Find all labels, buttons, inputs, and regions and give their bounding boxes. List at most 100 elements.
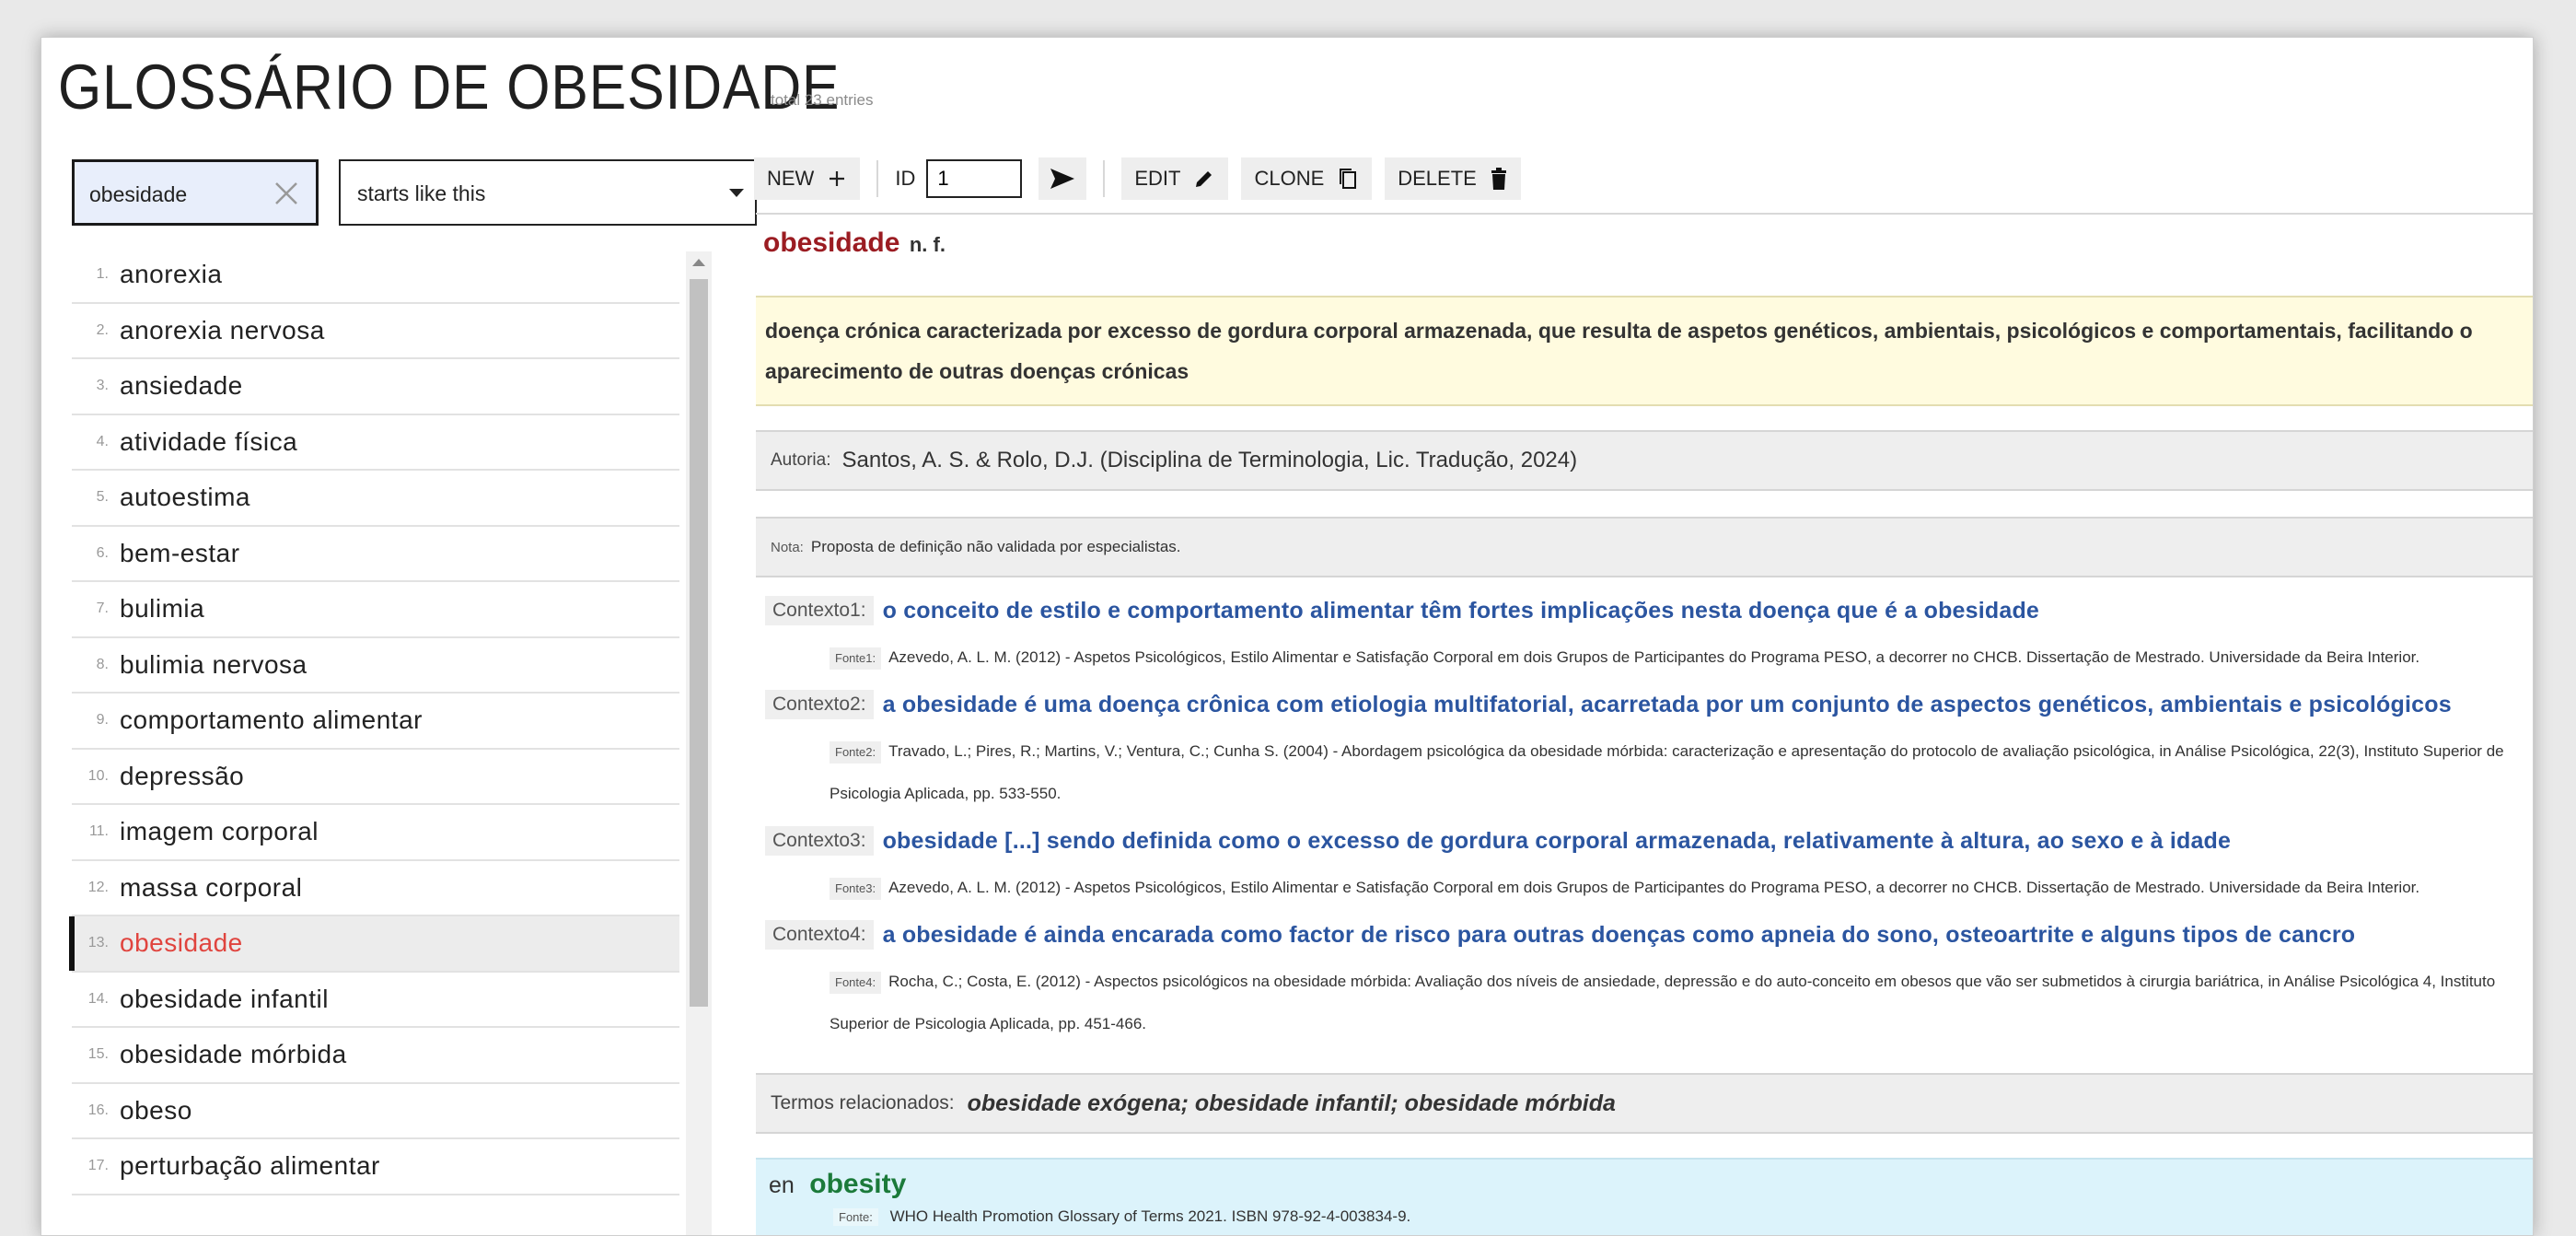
list-item[interactable]: 5. autoestima [72, 471, 679, 527]
list-item[interactable]: 2. anorexia nervosa [72, 304, 679, 359]
context-source-label: Fonte1: [830, 647, 882, 670]
list-item-number: 15. [87, 1046, 109, 1063]
context-source-text: Azevedo, A. L. M. (2012) - Aspetos Psico… [888, 879, 2420, 896]
clone-button-label: CLONE [1254, 167, 1325, 190]
context-source: Fonte2: Travado, L.; Pires, R.; Martins, … [830, 730, 2533, 815]
list-item-number: 2. [96, 321, 109, 338]
part-of-speech: n. f. [909, 233, 946, 256]
plus-icon [830, 171, 845, 186]
context-text: a obesidade é ainda encarada como factor… [882, 921, 2356, 948]
context-line: Contexto4: a obesidade é ainda encarada c… [765, 920, 2533, 950]
list-item[interactable]: 17. perturbação alimentar [72, 1139, 679, 1195]
entry-count: total 23 entries [771, 91, 874, 109]
page-title: GLOSSÁRIO DE OBESIDADE [58, 52, 841, 122]
edit-button-label: EDIT [1134, 167, 1181, 190]
list-item[interactable]: 6. bem-estar [72, 527, 679, 582]
context-source-label: Fonte2: [830, 741, 882, 764]
list-item[interactable]: 1. anorexia [72, 248, 679, 304]
list-item-term: obeso [120, 1095, 192, 1125]
toolbar-divider [1103, 160, 1106, 197]
search-input[interactable] [87, 179, 275, 210]
search-mode-value: starts like this [357, 181, 486, 205]
list-item-term: obesidade infantil [120, 984, 329, 1013]
list-item-number: 5. [96, 489, 109, 506]
context-source: Fonte4: Rocha, C.; Costa, E. (2012) - Asp… [830, 961, 2533, 1045]
new-button[interactable]: NEW [754, 157, 861, 200]
list-item-number: 14. [87, 990, 109, 1007]
trash-icon [1491, 168, 1506, 190]
related-terms-label: Termos relacionados: [771, 1092, 955, 1114]
authorship-bar: Autoria: Santos, A. S. & Rolo, D.J. (Dis… [756, 430, 2533, 491]
list-item-term: anorexia nervosa [120, 315, 325, 344]
list-item[interactable]: 10. depressão [72, 750, 679, 805]
scroll-thumb[interactable] [690, 279, 708, 1007]
list-item[interactable]: 8. bulimia nervosa [72, 638, 679, 694]
list-item[interactable]: 16. obeso [72, 1084, 679, 1139]
list-item-number: 10. [87, 767, 109, 784]
list-item-number: 6. [96, 544, 109, 561]
list-item-number: 7. [96, 601, 109, 617]
list-item-term: depressão [120, 761, 245, 790]
new-button-label: NEW [767, 167, 815, 190]
list-item-term: autoestima [120, 483, 250, 512]
toolbar: NEW ID EDIT CLONE [754, 156, 1534, 202]
app-window: GLOSSÁRIO DE OBESIDADE total 23 entries … [41, 37, 2534, 1236]
equivalent-line: en obesity [769, 1169, 2520, 1200]
context-source-label: Fonte3: [830, 878, 882, 900]
list-item[interactable]: 3. ansiedade [72, 359, 679, 415]
context-label: Contexto2: [765, 690, 874, 719]
equivalent-language: en [769, 1172, 795, 1198]
clone-button[interactable]: CLONE [1241, 157, 1373, 200]
related-terms-value: obesidade exógena; obesidade infantil; o… [967, 1090, 1616, 1116]
equivalent-section: en obesity Fonte: WHO Health Promotion G… [756, 1158, 2533, 1235]
context-text: a obesidade é uma doença crônica com eti… [882, 691, 2452, 717]
id-label: ID [895, 167, 916, 190]
id-input[interactable] [926, 159, 1023, 198]
list-item-term: ansiedade [120, 371, 243, 401]
context-line: Contexto1: o conceito de estilo e comport… [765, 596, 2533, 625]
list-item[interactable]: 4. atividade física [72, 415, 679, 471]
context-line: Contexto3: obesidade [...] sendo definida… [765, 826, 2533, 856]
entry-panel: obesidade n. f. doença crónica caracteri… [756, 213, 2533, 1235]
search-mode-select[interactable]: starts like this [339, 159, 757, 226]
list-item-number: 16. [87, 1102, 109, 1118]
list-item[interactable]: 15. obesidade mórbida [72, 1028, 679, 1084]
list-item-term: imagem corporal [120, 817, 319, 846]
delete-button[interactable]: DELETE [1385, 157, 1521, 200]
definition: doença crónica caracterizada por excesso… [756, 296, 2533, 406]
list-item[interactable]: 12. massa corporal [72, 861, 679, 916]
go-button[interactable] [1039, 157, 1087, 200]
context-source-label: Fonte4: [830, 972, 882, 994]
authorship-value: Santos, A. S. & Rolo, D.J. (Disciplina d… [841, 448, 1578, 472]
context-source-text: Travado, L.; Pires, R.; Martins, V.; Ven… [830, 742, 2504, 802]
copy-icon [1340, 169, 1357, 189]
list-item-term: atividade física [120, 426, 298, 456]
term-list: 1. anorexia 2. anorexia nervosa 3. ansiedade 4… [69, 248, 679, 1195]
context-source: Fonte3: Azevedo, A. L. M. (2012) - Aspeto… [830, 867, 2533, 909]
list-scrollbar[interactable] [686, 251, 712, 1235]
send-arrow-icon [1050, 169, 1075, 189]
edit-button[interactable]: EDIT [1121, 157, 1229, 200]
list-item[interactable]: 9. comportamento alimentar [72, 694, 679, 750]
close-icon[interactable] [272, 179, 301, 208]
entry-header: obesidade n. f. [756, 215, 2533, 275]
list-item-term: comportamento alimentar [120, 705, 423, 735]
note-value: Proposta de definição não validada por e… [810, 538, 1181, 555]
list-item-term: anorexia [120, 260, 223, 289]
context-label: Contexto1: [765, 596, 874, 625]
headword: obesidade [763, 227, 900, 258]
list-item-term: obesidade mórbida [120, 1040, 347, 1069]
search-field[interactable] [72, 159, 319, 226]
list-item[interactable]: 13. obesidade [69, 916, 679, 973]
equivalent-source: Fonte: WHO Health Promotion Glossary of … [833, 1207, 2520, 1226]
list-item[interactable]: 7. bulimia [72, 582, 679, 638]
list-item[interactable]: 11. imagem corporal [72, 805, 679, 861]
list-item[interactable]: 14. obesidade infantil [72, 973, 679, 1028]
chevron-down-icon [729, 189, 744, 197]
list-item-number: 8. [96, 656, 109, 672]
list-item-term: bem-estar [120, 538, 240, 567]
equivalent-source-text: WHO Health Promotion Glossary of Terms 2… [889, 1207, 1411, 1225]
list-item-term: massa corporal [120, 872, 303, 902]
delete-button-label: DELETE [1398, 167, 1477, 190]
scroll-up-icon[interactable] [692, 259, 705, 266]
